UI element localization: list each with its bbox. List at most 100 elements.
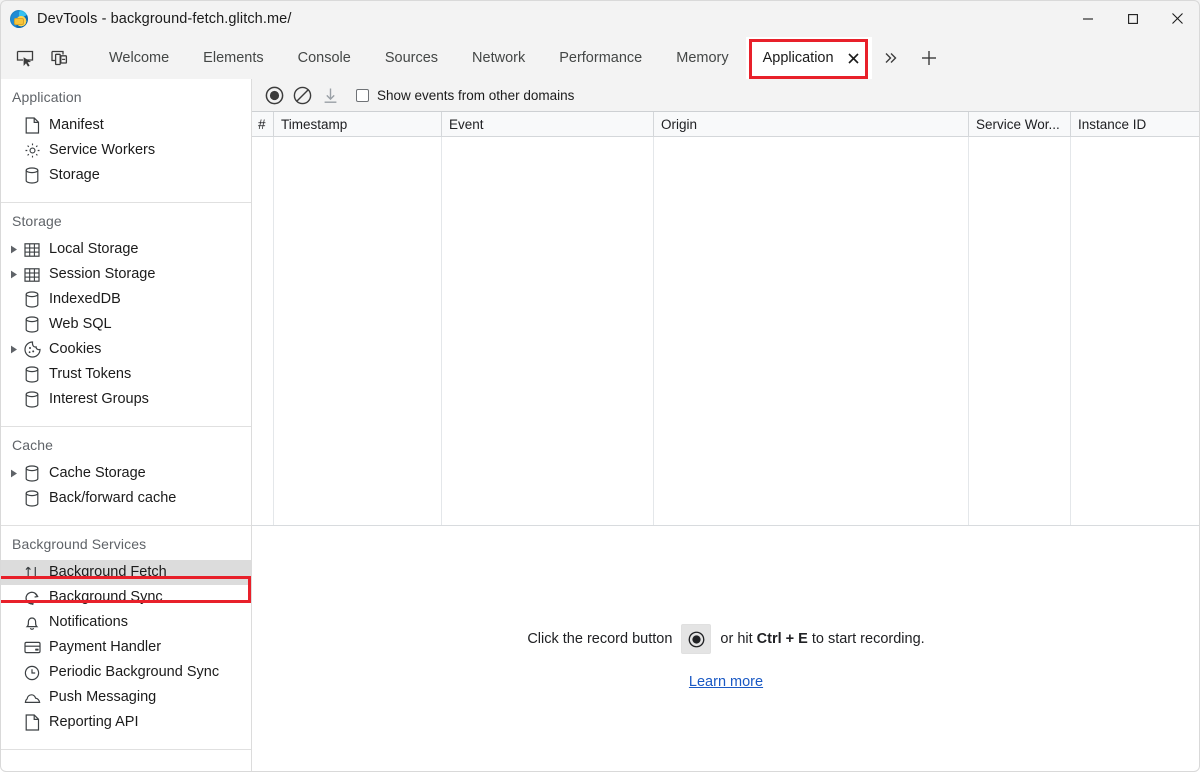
tab-performance[interactable]: Performance	[542, 37, 659, 79]
minimize-icon[interactable]	[1065, 0, 1110, 37]
empty-middle: or hit	[720, 631, 752, 647]
sidebar-item-storage[interactable]: Storage	[0, 163, 251, 188]
tab-network[interactable]: Network	[455, 37, 542, 79]
tab-label: Application	[763, 50, 834, 66]
close-icon[interactable]	[1155, 0, 1200, 37]
sidebar-item-local-storage[interactable]: Local Storage	[0, 237, 251, 262]
chevron-right-icon[interactable]	[6, 237, 22, 262]
learn-more-link[interactable]: Learn more	[689, 674, 763, 690]
cookie-icon	[22, 341, 42, 359]
sync-circle-icon	[22, 589, 42, 607]
empty-state: Click the record button or hit Ctrl + E …	[252, 526, 1200, 772]
credit-card-icon	[22, 639, 42, 657]
application-sidebar: Application Manifest	[0, 79, 252, 772]
add-panel-icon[interactable]	[910, 39, 948, 77]
devtools-content: Application Manifest	[0, 79, 1200, 772]
table-grid-icon	[22, 266, 42, 284]
tab-elements[interactable]: Elements	[186, 37, 280, 79]
tab-sources[interactable]: Sources	[368, 37, 455, 79]
chevron-right-icon[interactable]	[6, 337, 22, 362]
sidebar-item-label: Service Workers	[49, 143, 155, 158]
sidebar-item-cookies[interactable]: Cookies	[0, 337, 251, 362]
background-fetch-panel: Show events from other domains # Timesta…	[252, 79, 1200, 772]
sidebar-item-cache-storage[interactable]: Cache Storage	[0, 461, 251, 486]
sidebar-item-interest-groups[interactable]: Interest Groups	[0, 387, 251, 412]
sidebar-item-session-storage[interactable]: Session Storage	[0, 262, 251, 287]
sidebar-item-label: Back/forward cache	[49, 491, 176, 506]
sidebar-item-web-sql[interactable]: Web SQL	[0, 312, 251, 337]
sidebar-item-label: Trust Tokens	[49, 367, 131, 382]
more-tabs-icon[interactable]	[872, 39, 910, 77]
column-header-origin[interactable]: Origin	[654, 112, 969, 136]
clock-icon	[22, 664, 42, 682]
sidebar-item-trust-tokens[interactable]: Trust Tokens	[0, 362, 251, 387]
sidebar-item-label: Manifest	[49, 118, 104, 133]
sidebar-item-label: Cache Storage	[49, 466, 146, 481]
column-header-timestamp[interactable]: Timestamp	[274, 112, 442, 136]
record-circle-icon[interactable]	[260, 81, 288, 109]
sidebar-item-label: Reporting API	[49, 715, 138, 730]
record-circle-icon[interactable]	[681, 624, 711, 654]
database-icon	[22, 167, 42, 185]
sidebar-item-background-fetch[interactable]: Background Fetch	[0, 560, 251, 585]
download-arrow-icon[interactable]	[316, 81, 344, 109]
sidebar-item-manifest[interactable]: Manifest	[0, 113, 251, 138]
tab-memory[interactable]: Memory	[659, 37, 745, 79]
database-icon	[22, 465, 42, 483]
window-controls	[1065, 0, 1200, 37]
up-down-arrows-icon	[22, 564, 42, 582]
tab-label: Network	[472, 50, 525, 66]
tab-welcome[interactable]: Welcome	[92, 37, 186, 79]
document-icon	[22, 714, 42, 732]
tab-application[interactable]: Application	[746, 37, 872, 79]
database-icon	[22, 391, 42, 409]
sidebar-item-reporting-api[interactable]: Reporting API	[0, 710, 251, 735]
sidebar-item-back-forward-cache[interactable]: Back/forward cache	[0, 486, 251, 511]
checkbox-label: Show events from other domains	[377, 88, 574, 103]
column-header-service-worker[interactable]: Service Wor...	[969, 112, 1071, 136]
table-grid-icon	[22, 241, 42, 259]
column-header-event[interactable]: Event	[442, 112, 654, 136]
tab-console[interactable]: Console	[281, 37, 368, 79]
close-icon[interactable]	[846, 50, 862, 66]
section-header: Storage	[0, 203, 251, 237]
sidebar-item-label: Payment Handler	[49, 640, 161, 655]
sidebar-item-service-workers[interactable]: Service Workers	[0, 138, 251, 163]
sidebar-item-background-sync[interactable]: Background Sync	[0, 585, 251, 610]
empty-prefix: Click the record button	[527, 631, 672, 647]
device-toolbar-icon[interactable]	[42, 43, 76, 73]
maximize-icon[interactable]	[1110, 0, 1155, 37]
edge-devtools-icon	[10, 10, 28, 28]
sidebar-item-label: Local Storage	[49, 242, 138, 257]
chevron-right-icon[interactable]	[6, 262, 22, 287]
sidebar-item-periodic-background-sync[interactable]: Periodic Background Sync	[0, 660, 251, 685]
tab-label: Memory	[676, 50, 728, 66]
section-header: Cache	[0, 427, 251, 461]
devtools-window: DevTools - background-fetch.glitch.me/	[0, 0, 1200, 772]
tab-strip: Welcome Elements Console Sources Network…	[0, 37, 1200, 79]
window-title: DevTools - background-fetch.glitch.me/	[37, 11, 291, 27]
empty-suffix: to start recording.	[812, 631, 925, 647]
table-column-origin	[654, 137, 969, 525]
sidebar-section-background-services: Background Services Background Fetch	[0, 526, 252, 750]
section-header: Background Services	[0, 526, 251, 560]
sidebar-item-label: IndexedDB	[49, 292, 121, 307]
sidebar-item-label: Cookies	[49, 342, 101, 357]
column-header-index[interactable]: #	[252, 112, 274, 136]
panel-toolbar: Show events from other domains	[252, 79, 1200, 112]
section-header: Application	[0, 79, 251, 113]
column-header-instance-id[interactable]: Instance ID	[1071, 112, 1200, 136]
show-other-domains-checkbox[interactable]: Show events from other domains	[356, 88, 574, 103]
sidebar-item-notifications[interactable]: Notifications	[0, 610, 251, 635]
sidebar-item-label: Interest Groups	[49, 392, 149, 407]
chevron-right-icon[interactable]	[6, 461, 22, 486]
sidebar-item-label: Storage	[49, 168, 100, 183]
sidebar-item-indexeddb[interactable]: IndexedDB	[0, 287, 251, 312]
checkbox-box[interactable]	[356, 89, 369, 102]
inspect-element-icon[interactable]	[8, 43, 42, 73]
sidebar-section-application: Application Manifest	[0, 79, 252, 203]
sidebar-item-payment-handler[interactable]: Payment Handler	[0, 635, 251, 660]
sidebar-item-push-messaging[interactable]: Push Messaging	[0, 685, 251, 710]
clear-prohibit-icon[interactable]	[288, 81, 316, 109]
title-bar: DevTools - background-fetch.glitch.me/	[0, 0, 1200, 37]
